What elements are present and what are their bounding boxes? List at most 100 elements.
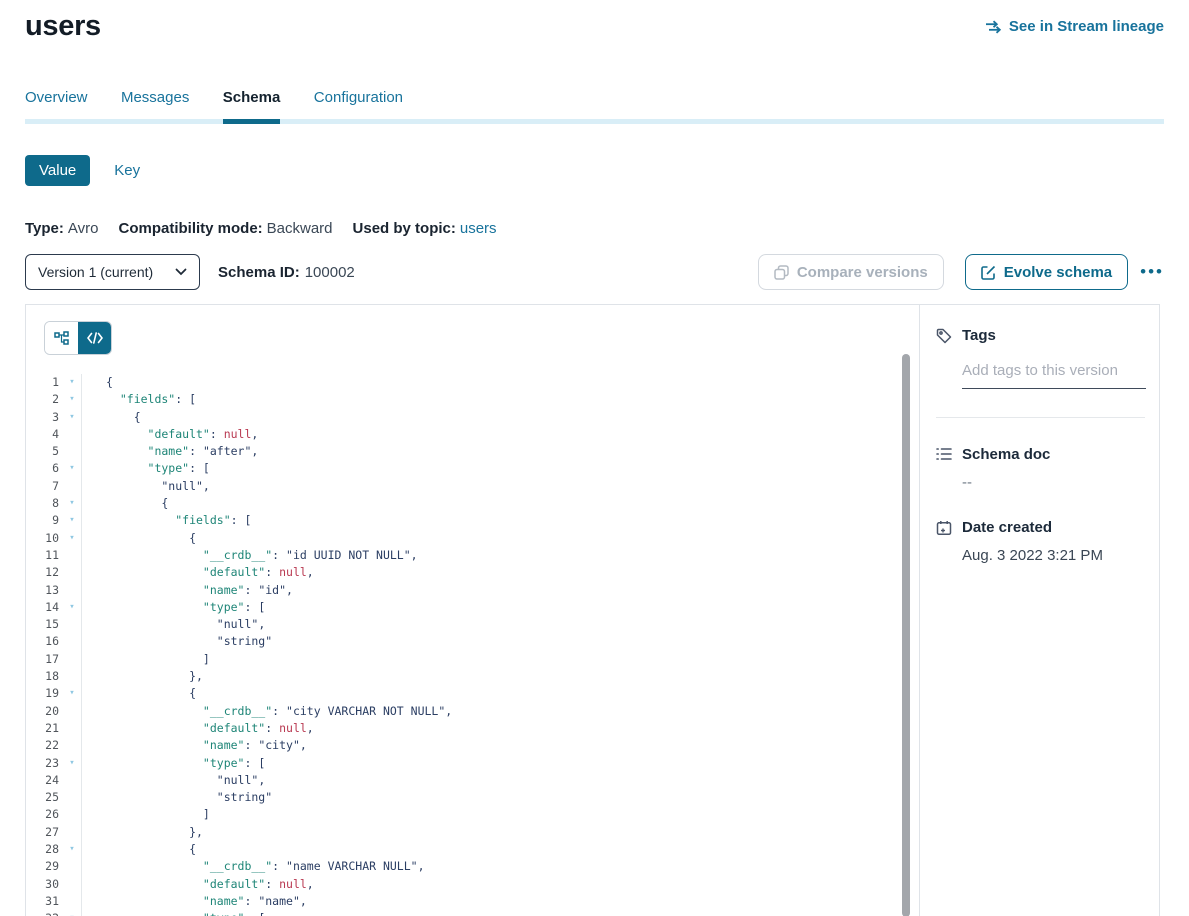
code-text: "__crdb__": "id UUID NOT NULL", [82, 547, 418, 564]
schema-doc-heading: Schema doc [936, 446, 1145, 463]
fold-spacer [63, 806, 82, 823]
line-number: 9 [26, 512, 63, 529]
fold-toggle-icon[interactable]: ▾ [63, 599, 82, 616]
code-line: 8▾{ [26, 495, 919, 512]
code-text: "type": [ [82, 755, 265, 772]
vertical-scrollbar[interactable] [902, 354, 910, 916]
used-by-topic-label: Used by topic: [353, 220, 456, 237]
code-text: "__crdb__": "name VARCHAR NULL", [82, 858, 425, 875]
tab-schema[interactable]: Schema [223, 89, 281, 124]
fold-toggle-icon[interactable]: ▾ [63, 409, 82, 426]
schema-card: 1▾{2▾"fields": [3▾{4"default": null,5"na… [25, 304, 1160, 916]
tree-view-icon [54, 331, 69, 346]
fold-toggle-icon[interactable]: ▾ [63, 755, 82, 772]
fold-toggle-icon[interactable]: ▾ [63, 841, 82, 858]
line-number: 2 [26, 391, 63, 408]
line-number: 29 [26, 858, 63, 875]
code-text: "name": "name", [82, 893, 307, 910]
line-number: 16 [26, 633, 63, 650]
code-text: ] [82, 651, 210, 668]
line-number: 4 [26, 426, 63, 443]
schema-id-value: 100002 [305, 264, 355, 281]
code-text: }, [82, 668, 203, 685]
code-text: "__crdb__": "city VARCHAR NOT NULL", [82, 703, 452, 720]
code-view-button[interactable] [78, 322, 111, 354]
fold-toggle-icon[interactable]: ▾ [63, 910, 82, 916]
fold-toggle-icon[interactable]: ▾ [63, 512, 82, 529]
fold-toggle-icon[interactable]: ▾ [63, 530, 82, 547]
code-line: 2▾"fields": [ [26, 391, 919, 408]
schema-type-value: Avro [68, 220, 99, 237]
tags-heading: Tags [936, 327, 1145, 344]
compare-versions-button[interactable]: Compare versions [758, 254, 944, 290]
code-text: "null", [82, 478, 210, 495]
code-text: "type": [ [82, 910, 265, 916]
line-number: 28 [26, 841, 63, 858]
key-toggle-button[interactable]: Key [114, 155, 140, 186]
line-number: 13 [26, 582, 63, 599]
code-line: 31"name": "name", [26, 893, 919, 910]
tags-input[interactable] [962, 362, 1146, 389]
tags-section: Tags [936, 327, 1145, 418]
line-number: 10 [26, 530, 63, 547]
code-line: 13"name": "id", [26, 582, 919, 599]
code-line: 28▾{ [26, 841, 919, 858]
fold-spacer [63, 720, 82, 737]
fold-toggle-icon[interactable]: ▾ [63, 460, 82, 477]
code-line: 9▾"fields": [ [26, 512, 919, 529]
schema-id-label: Schema ID: [218, 264, 300, 281]
version-select[interactable]: Version 1 (current) [25, 254, 200, 290]
schema-type: Type:Avro [25, 220, 98, 237]
schema-type-label: Type: [25, 220, 64, 237]
compare-versions-label: Compare versions [797, 264, 928, 281]
compare-versions-icon [774, 265, 789, 280]
schema-id: Schema ID: 100002 [218, 264, 355, 281]
stream-lineage-link[interactable]: See in Stream lineage [985, 18, 1164, 35]
editor-view-toggle [44, 321, 112, 355]
code-text: "type": [ [82, 460, 210, 477]
fold-spacer [63, 582, 82, 599]
stream-lineage-icon [985, 20, 1002, 34]
line-number: 1 [26, 374, 63, 391]
tree-view-button[interactable] [45, 322, 78, 354]
code-line: 20"__crdb__": "city VARCHAR NOT NULL", [26, 703, 919, 720]
line-number: 23 [26, 755, 63, 772]
code-line: 12"default": null, [26, 564, 919, 581]
code-line: 18}, [26, 668, 919, 685]
fold-toggle-icon[interactable]: ▾ [63, 495, 82, 512]
code-line: 11"__crdb__": "id UUID NOT NULL", [26, 547, 919, 564]
line-number: 25 [26, 789, 63, 806]
tab-messages[interactable]: Messages [121, 89, 189, 124]
code-line: 14▾"type": [ [26, 599, 919, 616]
fold-toggle-icon[interactable]: ▾ [63, 685, 82, 702]
line-number: 6 [26, 460, 63, 477]
more-actions-button[interactable]: ••• [1140, 254, 1164, 290]
fold-spacer [63, 703, 82, 720]
fold-spacer [63, 633, 82, 650]
code-line: 23▾"type": [ [26, 755, 919, 772]
date-created-title: Date created [962, 519, 1052, 536]
schema-doc-value: -- [962, 474, 1145, 491]
date-created-heading: Date created [936, 519, 1145, 536]
sidebar-divider [936, 417, 1145, 418]
code-line: 16"string" [26, 633, 919, 650]
fold-toggle-icon[interactable]: ▾ [63, 391, 82, 408]
line-number: 27 [26, 824, 63, 841]
line-number: 3 [26, 409, 63, 426]
schema-doc-section: Schema doc -- [936, 446, 1145, 491]
line-number: 15 [26, 616, 63, 633]
fold-spacer [63, 443, 82, 460]
tab-overview[interactable]: Overview [25, 89, 88, 124]
value-toggle-button[interactable]: Value [25, 155, 90, 186]
top-bar: users See in Stream lineage [0, 0, 1189, 43]
schema-editor-panel: 1▾{2▾"fields": [3▾{4"default": null,5"na… [26, 305, 919, 916]
list-icon [936, 447, 952, 463]
tab-configuration[interactable]: Configuration [314, 89, 403, 124]
code-text: { [82, 409, 141, 426]
used-by-topic: Used by topic:users [353, 220, 497, 237]
evolve-schema-button[interactable]: Evolve schema [965, 254, 1128, 290]
topic-link[interactable]: users [460, 220, 497, 237]
date-created-section: Date created Aug. 3 2022 3:21 PM [936, 519, 1145, 564]
code-line: 22"name": "city", [26, 737, 919, 754]
fold-toggle-icon[interactable]: ▾ [63, 374, 82, 391]
